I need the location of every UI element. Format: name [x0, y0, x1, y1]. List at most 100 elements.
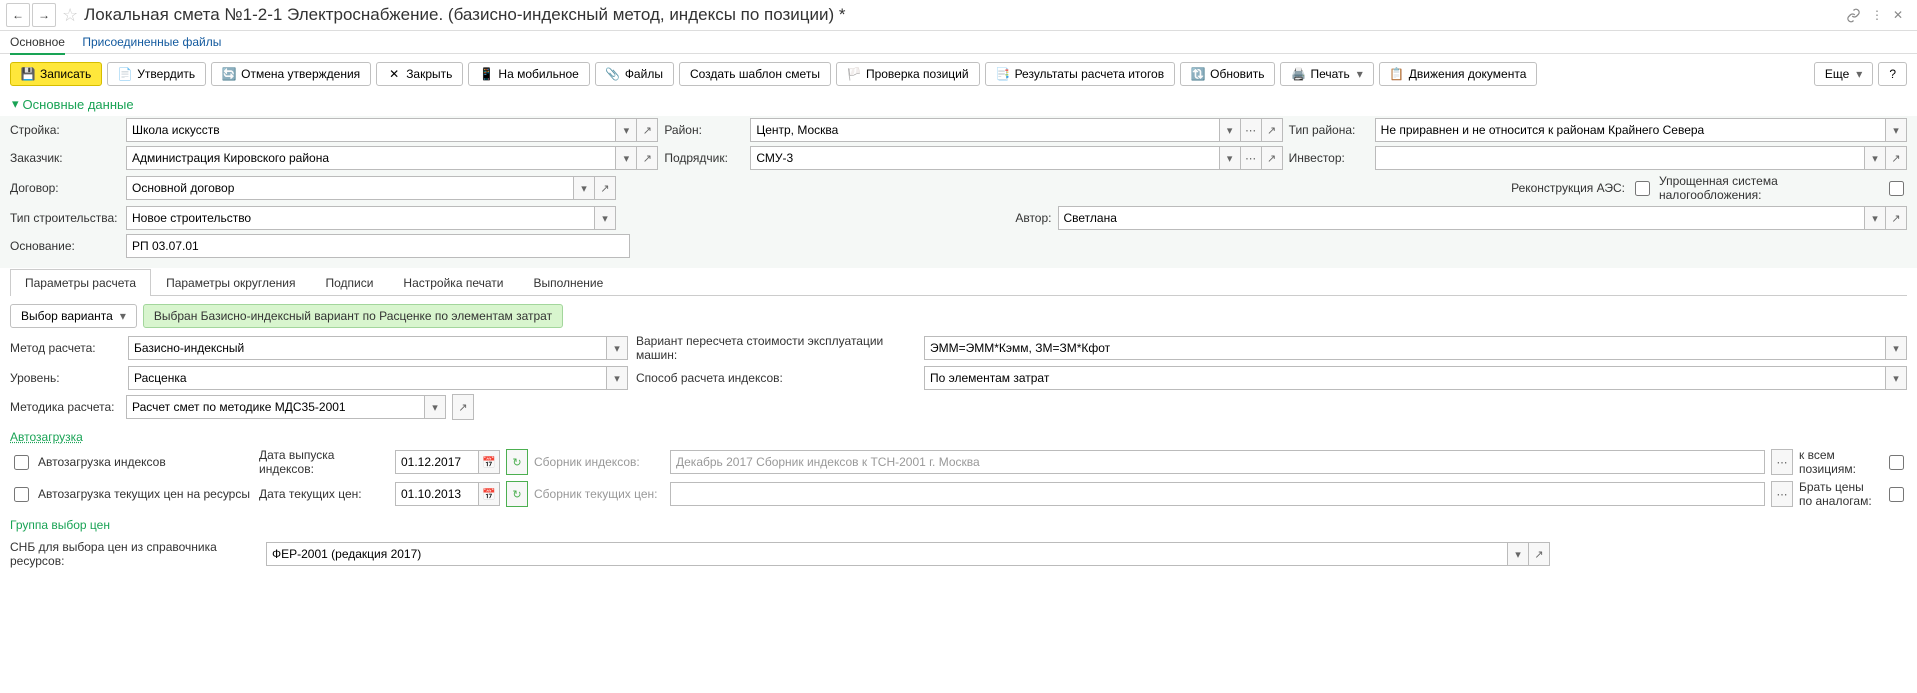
link-icon[interactable]: [1846, 8, 1861, 23]
sbtek-input[interactable]: [670, 482, 1765, 506]
open-icon[interactable]: ↗: [637, 118, 658, 142]
tab-files[interactable]: Присоединенные файлы: [82, 35, 221, 49]
moves-button[interactable]: 📋Движения документа: [1379, 62, 1538, 86]
dropdown-icon[interactable]: ▾: [1865, 206, 1886, 230]
open-icon[interactable]: ↗: [1262, 146, 1283, 170]
variant-button[interactable]: Выбор варианта▾: [10, 304, 137, 328]
snb-input[interactable]: [266, 542, 1508, 566]
osn-input[interactable]: [126, 234, 630, 258]
dropdown-icon[interactable]: ▾: [1508, 542, 1529, 566]
didx-input[interactable]: [395, 450, 479, 474]
stroika-input[interactable]: [126, 118, 616, 142]
print-button[interactable]: 🖨️Печать▾: [1280, 62, 1373, 86]
refresh-tek-button[interactable]: ↻: [506, 481, 528, 507]
results-button[interactable]: 📑Результаты расчета итогов: [985, 62, 1176, 86]
close-icon[interactable]: ✕: [1893, 8, 1903, 22]
inv-label: Инвестор:: [1289, 151, 1369, 165]
sbidx-input[interactable]: [670, 450, 1765, 474]
tips-input[interactable]: [126, 206, 595, 230]
metod-input[interactable]: [128, 336, 607, 360]
rayon-input[interactable]: [750, 118, 1219, 142]
dropdown-icon[interactable]: ▾: [1886, 118, 1907, 142]
reaes-checkbox[interactable]: [1635, 181, 1650, 196]
approve-button[interactable]: 📄Утвердить: [107, 62, 206, 86]
tab-main[interactable]: Основное: [10, 35, 65, 55]
tab-print[interactable]: Настройка печати: [388, 269, 518, 296]
metodika-input[interactable]: [126, 395, 425, 419]
calendar-icon[interactable]: 📅: [479, 450, 500, 474]
dropdown-icon[interactable]: ▾: [574, 176, 595, 200]
tab-exec[interactable]: Выполнение: [518, 269, 618, 296]
kvsem-checkbox[interactable]: [1889, 455, 1904, 470]
open-icon[interactable]: ↗: [452, 394, 474, 420]
refresh-idx-button[interactable]: ↻: [506, 449, 528, 475]
menu-icon[interactable]: ⋮: [1871, 8, 1883, 22]
calendar-icon[interactable]: 📅: [479, 482, 500, 506]
ellipsis-icon[interactable]: ⋯: [1241, 146, 1262, 170]
brat-checkbox[interactable]: [1889, 487, 1904, 502]
tab-params[interactable]: Параметры расчета: [10, 269, 151, 296]
dropdown-icon[interactable]: ▾: [616, 146, 637, 170]
refresh-button[interactable]: 🔃Обновить: [1180, 62, 1275, 86]
toolbar: 💾Записать 📄Утвердить 🔄Отмена утверждения…: [0, 54, 1917, 94]
chevron-down-icon: ▾: [1357, 67, 1363, 81]
dropdown-icon[interactable]: ▾: [607, 336, 628, 360]
reaes-label: Реконструкция АЭС:: [1465, 181, 1625, 195]
back-button[interactable]: ←: [6, 3, 30, 27]
dropdown-icon[interactable]: ▾: [607, 366, 628, 390]
mobile-button[interactable]: 📱На мобильное: [468, 62, 589, 86]
template-button[interactable]: Создать шаблон сметы: [679, 62, 831, 86]
usn-checkbox[interactable]: [1889, 181, 1904, 196]
open-icon[interactable]: ↗: [1262, 118, 1283, 142]
page-title: Локальная смета №1-2-1 Электроснабжение.…: [84, 5, 1846, 25]
files-button[interactable]: 📎Файлы: [595, 62, 674, 86]
open-icon[interactable]: ↗: [1886, 206, 1907, 230]
inv-input[interactable]: [1375, 146, 1865, 170]
idx-checkbox[interactable]: [14, 455, 29, 470]
dropdown-icon[interactable]: ▾: [1865, 146, 1886, 170]
dtek-input[interactable]: [395, 482, 479, 506]
avtor-input[interactable]: [1058, 206, 1866, 230]
varp-input[interactable]: [924, 336, 1886, 360]
zak-input[interactable]: [126, 146, 616, 170]
tab-round[interactable]: Параметры округления: [151, 269, 310, 296]
save-button[interactable]: 💾Записать: [10, 62, 102, 86]
open-icon[interactable]: ↗: [1886, 146, 1907, 170]
variant-status: Выбран Базисно-индексный вариант по Расц…: [143, 304, 563, 328]
open-icon[interactable]: ↗: [637, 146, 658, 170]
dropdown-icon[interactable]: ▾: [1886, 336, 1907, 360]
dogovor-label: Договор:: [10, 181, 120, 195]
section-main-data[interactable]: ▾Основные данные: [0, 94, 1917, 116]
ellipsis-icon[interactable]: ⋯: [1771, 481, 1793, 507]
dropdown-icon[interactable]: ▾: [1886, 366, 1907, 390]
tek-checkbox[interactable]: [14, 487, 29, 502]
dropdown-icon[interactable]: ▾: [616, 118, 637, 142]
sposob-input[interactable]: [924, 366, 1886, 390]
osn-label: Основание:: [10, 239, 120, 253]
open-icon[interactable]: ↗: [1529, 542, 1550, 566]
deny-button[interactable]: 🔄Отмена утверждения: [211, 62, 371, 86]
ellipsis-icon[interactable]: ⋯: [1241, 118, 1262, 142]
dropdown-icon[interactable]: ▾: [1220, 118, 1241, 142]
dogovor-input[interactable]: [126, 176, 574, 200]
dropdown-icon[interactable]: ▾: [1220, 146, 1241, 170]
dropdown-icon[interactable]: ▾: [595, 206, 616, 230]
tipr-input[interactable]: [1375, 118, 1886, 142]
more-button[interactable]: Еще▾: [1814, 62, 1873, 86]
clip-icon: 📎: [606, 67, 620, 81]
star-icon[interactable]: ☆: [62, 5, 78, 26]
tab-sign[interactable]: Подписи: [310, 269, 388, 296]
close-button[interactable]: ✕Закрыть: [376, 62, 463, 86]
forward-button[interactable]: →: [32, 3, 56, 27]
help-button[interactable]: ?: [1878, 62, 1907, 86]
chevron-down-icon: ▾: [120, 309, 126, 323]
autoload-link[interactable]: Автозагрузка: [10, 430, 83, 444]
podr-input[interactable]: [750, 146, 1219, 170]
uroven-input[interactable]: [128, 366, 607, 390]
dropdown-icon[interactable]: ▾: [425, 395, 446, 419]
open-icon[interactable]: ↗: [595, 176, 616, 200]
snb-label: СНБ для выбора цен из справочника ресурс…: [10, 540, 260, 568]
check-button[interactable]: 🏳️Проверка позиций: [836, 62, 980, 86]
print-icon: 🖨️: [1291, 67, 1305, 81]
ellipsis-icon[interactable]: ⋯: [1771, 449, 1793, 475]
